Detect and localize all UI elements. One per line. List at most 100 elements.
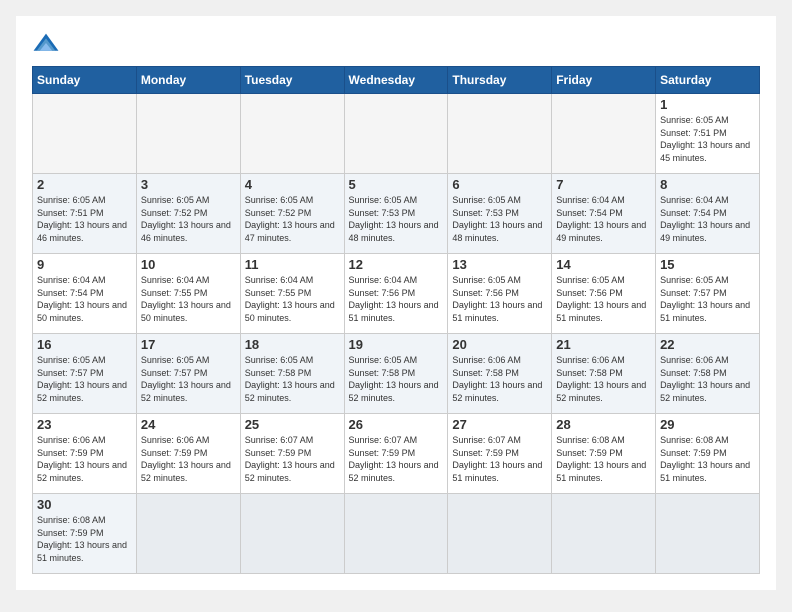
calendar-cell: 22 Sunrise: 6:06 AM Sunset: 7:58 PM Dayli… xyxy=(656,334,760,414)
day-info: Sunrise: 6:05 AM Sunset: 7:57 PM Dayligh… xyxy=(660,274,755,324)
day-number: 13 xyxy=(452,257,547,272)
day-info: Sunrise: 6:04 AM Sunset: 7:54 PM Dayligh… xyxy=(37,274,132,324)
day-info: Sunrise: 6:05 AM Sunset: 7:53 PM Dayligh… xyxy=(452,194,547,244)
day-number: 7 xyxy=(556,177,651,192)
day-info: Sunrise: 6:05 AM Sunset: 7:51 PM Dayligh… xyxy=(37,194,132,244)
calendar-cell xyxy=(240,94,344,174)
day-number: 24 xyxy=(141,417,236,432)
calendar-cell: 21 Sunrise: 6:06 AM Sunset: 7:58 PM Dayli… xyxy=(552,334,656,414)
calendar-cell xyxy=(552,94,656,174)
calendar-cell: 15 Sunrise: 6:05 AM Sunset: 7:57 PM Dayli… xyxy=(656,254,760,334)
calendar-cell: 5 Sunrise: 6:05 AM Sunset: 7:53 PM Daylig… xyxy=(344,174,448,254)
day-info: Sunrise: 6:07 AM Sunset: 7:59 PM Dayligh… xyxy=(245,434,340,484)
day-info: Sunrise: 6:08 AM Sunset: 7:59 PM Dayligh… xyxy=(556,434,651,484)
calendar-cell: 14Sunrise: 6:05 AM Sunset: 7:56 PM Dayli… xyxy=(552,254,656,334)
calendar-cell xyxy=(344,494,448,574)
day-info: Sunrise: 6:04 AM Sunset: 7:55 PM Dayligh… xyxy=(141,274,236,324)
calendar-cell: 3Sunrise: 6:05 AM Sunset: 7:52 PM Daylig… xyxy=(136,174,240,254)
day-info: Sunrise: 6:06 AM Sunset: 7:58 PM Dayligh… xyxy=(452,354,547,404)
calendar-cell xyxy=(656,494,760,574)
day-info: Sunrise: 6:08 AM Sunset: 7:59 PM Dayligh… xyxy=(660,434,755,484)
day-info: Sunrise: 6:07 AM Sunset: 7:59 PM Dayligh… xyxy=(452,434,547,484)
calendar-cell: 27 Sunrise: 6:07 AM Sunset: 7:59 PM Dayli… xyxy=(448,414,552,494)
calendar-cell: 18Sunrise: 6:05 AM Sunset: 7:58 PM Dayli… xyxy=(240,334,344,414)
day-info: Sunrise: 6:08 AM Sunset: 7:59 PM Dayligh… xyxy=(37,514,132,564)
weekday-header-row: SundayMondayTuesdayWednesdayThursdayFrid… xyxy=(33,67,760,94)
calendar-cell: 7 Sunrise: 6:04 AM Sunset: 7:54 PM Daylig… xyxy=(552,174,656,254)
calendar-table: SundayMondayTuesdayWednesdayThursdayFrid… xyxy=(32,66,760,574)
calendar-cell: 1Sunrise: 6:05 AM Sunset: 7:51 PM Daylig… xyxy=(656,94,760,174)
calendar-cell: 20 Sunrise: 6:06 AM Sunset: 7:58 PM Dayli… xyxy=(448,334,552,414)
calendar-cell: 10 Sunrise: 6:04 AM Sunset: 7:55 PM Dayli… xyxy=(136,254,240,334)
calendar-cell: 16 Sunrise: 6:05 AM Sunset: 7:57 PM Dayli… xyxy=(33,334,137,414)
calendar-cell xyxy=(33,94,137,174)
day-number: 4 xyxy=(245,177,340,192)
day-number: 25 xyxy=(245,417,340,432)
calendar-cell xyxy=(448,94,552,174)
calendar-cell: 26Sunrise: 6:07 AM Sunset: 7:59 PM Dayli… xyxy=(344,414,448,494)
day-info: Sunrise: 6:05 AM Sunset: 7:56 PM Dayligh… xyxy=(556,274,651,324)
calendar-cell: 25 Sunrise: 6:07 AM Sunset: 7:59 PM Dayli… xyxy=(240,414,344,494)
day-info: Sunrise: 6:07 AM Sunset: 7:59 PM Dayligh… xyxy=(349,434,444,484)
week-row-2: 9 Sunrise: 6:04 AM Sunset: 7:54 PM Daylig… xyxy=(33,254,760,334)
calendar-cell: 30Sunrise: 6:08 AM Sunset: 7:59 PM Dayli… xyxy=(33,494,137,574)
day-info: Sunrise: 6:06 AM Sunset: 7:58 PM Dayligh… xyxy=(660,354,755,404)
calendar-cell: 19Sunrise: 6:05 AM Sunset: 7:58 PM Dayli… xyxy=(344,334,448,414)
day-info: Sunrise: 6:04 AM Sunset: 7:54 PM Dayligh… xyxy=(660,194,755,244)
day-info: Sunrise: 6:04 AM Sunset: 7:56 PM Dayligh… xyxy=(349,274,444,324)
day-number: 10 xyxy=(141,257,236,272)
calendar-cell: 29Sunrise: 6:08 AM Sunset: 7:59 PM Dayli… xyxy=(656,414,760,494)
day-info: Sunrise: 6:05 AM Sunset: 7:57 PM Dayligh… xyxy=(37,354,132,404)
day-info: Sunrise: 6:05 AM Sunset: 7:58 PM Dayligh… xyxy=(349,354,444,404)
day-number: 20 xyxy=(452,337,547,352)
day-number: 1 xyxy=(660,97,755,112)
week-row-0: 1Sunrise: 6:05 AM Sunset: 7:51 PM Daylig… xyxy=(33,94,760,174)
weekday-header-sunday: Sunday xyxy=(33,67,137,94)
calendar-cell: 2 Sunrise: 6:05 AM Sunset: 7:51 PM Daylig… xyxy=(33,174,137,254)
week-row-3: 16 Sunrise: 6:05 AM Sunset: 7:57 PM Dayli… xyxy=(33,334,760,414)
day-info: Sunrise: 6:06 AM Sunset: 7:59 PM Dayligh… xyxy=(141,434,236,484)
calendar-cell: 13 Sunrise: 6:05 AM Sunset: 7:56 PM Dayli… xyxy=(448,254,552,334)
logo xyxy=(32,32,64,54)
day-number: 9 xyxy=(37,257,132,272)
header xyxy=(32,32,760,54)
day-info: Sunrise: 6:05 AM Sunset: 7:52 PM Dayligh… xyxy=(141,194,236,244)
calendar-cell: 23Sunrise: 6:06 AM Sunset: 7:59 PM Dayli… xyxy=(33,414,137,494)
day-number: 16 xyxy=(37,337,132,352)
calendar-cell: 4Sunrise: 6:05 AM Sunset: 7:52 PM Daylig… xyxy=(240,174,344,254)
weekday-header-wednesday: Wednesday xyxy=(344,67,448,94)
day-number: 5 xyxy=(349,177,444,192)
day-number: 15 xyxy=(660,257,755,272)
day-number: 12 xyxy=(349,257,444,272)
calendar-cell xyxy=(240,494,344,574)
calendar-cell xyxy=(136,494,240,574)
day-info: Sunrise: 6:04 AM Sunset: 7:55 PM Dayligh… xyxy=(245,274,340,324)
week-row-1: 2 Sunrise: 6:05 AM Sunset: 7:51 PM Daylig… xyxy=(33,174,760,254)
day-info: Sunrise: 6:06 AM Sunset: 7:58 PM Dayligh… xyxy=(556,354,651,404)
day-info: Sunrise: 6:05 AM Sunset: 7:53 PM Dayligh… xyxy=(349,194,444,244)
calendar-cell: 11Sunrise: 6:04 AM Sunset: 7:55 PM Dayli… xyxy=(240,254,344,334)
day-info: Sunrise: 6:04 AM Sunset: 7:54 PM Dayligh… xyxy=(556,194,651,244)
week-row-4: 23Sunrise: 6:06 AM Sunset: 7:59 PM Dayli… xyxy=(33,414,760,494)
weekday-header-friday: Friday xyxy=(552,67,656,94)
calendar-cell: 17Sunrise: 6:05 AM Sunset: 7:57 PM Dayli… xyxy=(136,334,240,414)
day-info: Sunrise: 6:06 AM Sunset: 7:59 PM Dayligh… xyxy=(37,434,132,484)
calendar-cell: 6 Sunrise: 6:05 AM Sunset: 7:53 PM Daylig… xyxy=(448,174,552,254)
weekday-header-monday: Monday xyxy=(136,67,240,94)
day-number: 21 xyxy=(556,337,651,352)
day-number: 17 xyxy=(141,337,236,352)
day-number: 18 xyxy=(245,337,340,352)
calendar-cell: 8Sunrise: 6:04 AM Sunset: 7:54 PM Daylig… xyxy=(656,174,760,254)
day-info: Sunrise: 6:05 AM Sunset: 7:56 PM Dayligh… xyxy=(452,274,547,324)
weekday-header-thursday: Thursday xyxy=(448,67,552,94)
day-number: 22 xyxy=(660,337,755,352)
calendar-cell: 28Sunrise: 6:08 AM Sunset: 7:59 PM Dayli… xyxy=(552,414,656,494)
calendar-cell xyxy=(344,94,448,174)
day-number: 2 xyxy=(37,177,132,192)
calendar-cell: 9 Sunrise: 6:04 AM Sunset: 7:54 PM Daylig… xyxy=(33,254,137,334)
weekday-header-tuesday: Tuesday xyxy=(240,67,344,94)
logo-icon xyxy=(32,32,60,54)
day-number: 27 xyxy=(452,417,547,432)
day-number: 6 xyxy=(452,177,547,192)
calendar-cell xyxy=(448,494,552,574)
